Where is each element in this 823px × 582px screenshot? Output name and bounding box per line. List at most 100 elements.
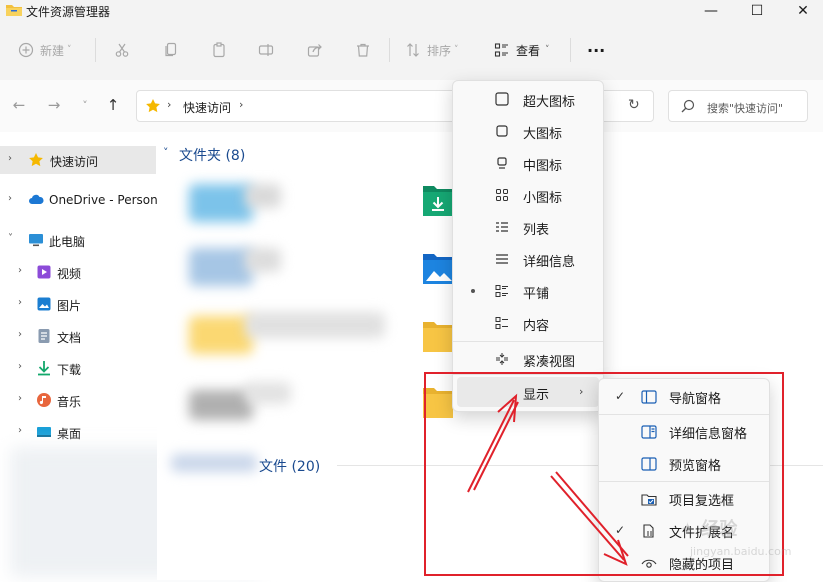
- scissors-icon: [115, 43, 129, 57]
- sidebar-item-music[interactable]: › 音乐: [0, 386, 156, 414]
- menu-item-tiles[interactable]: 平铺: [457, 276, 599, 306]
- rename-icon: [258, 44, 274, 56]
- sidebar-item-this-pc[interactable]: ˅ 此电脑: [0, 226, 156, 254]
- chevron-right-icon[interactable]: ›: [18, 425, 22, 436]
- plus-circle-icon: [18, 42, 34, 58]
- blurred-folder[interactable]: [189, 390, 253, 420]
- blurred-folder[interactable]: [189, 316, 253, 354]
- sidebar-item-desktop[interactable]: › 桌面: [0, 418, 156, 446]
- clipboard-icon: [213, 42, 225, 58]
- back-button[interactable]: ←: [10, 96, 28, 114]
- sidebar-item-documents[interactable]: › 文档: [0, 322, 156, 350]
- sidebar-item-label: 桌面: [57, 427, 82, 441]
- chevron-right-icon[interactable]: ›: [18, 265, 22, 276]
- menu-item-details[interactable]: 详细信息: [457, 244, 599, 274]
- tiles-icon: [495, 285, 508, 297]
- breadcrumb-separator[interactable]: ›: [239, 98, 243, 111]
- sidebar-item-label: 音乐: [57, 395, 82, 409]
- menu-item-label: 内容: [523, 319, 550, 334]
- details-icon: [496, 254, 508, 264]
- view-button[interactable]: 查看 ˅: [494, 36, 550, 64]
- files-group-header[interactable]: 文件 (20): [259, 456, 320, 476]
- trash-icon: [357, 43, 369, 57]
- menu-item-label: 超大图标: [523, 95, 576, 110]
- medium-icons-icon: [497, 157, 507, 169]
- chevron-right-icon[interactable]: ›: [18, 361, 22, 372]
- recent-locations-button[interactable]: ˅: [76, 96, 94, 114]
- selected-dot-icon: [471, 289, 475, 293]
- search-input[interactable]: 搜索"快速访问": [668, 90, 808, 122]
- folders-group-header[interactable]: 文件夹 (8): [179, 145, 245, 165]
- sidebar-item-label: 视频: [57, 267, 82, 281]
- list-icon: [496, 222, 508, 232]
- folder-icon[interactable]: [423, 320, 453, 352]
- watermark-url: jingyan.baidu.com: [690, 545, 792, 558]
- watermark-logo: ✦ 经验: [680, 519, 738, 540]
- menu-item-label: 列表: [523, 223, 550, 238]
- sidebar-item-videos[interactable]: › 视频: [0, 258, 156, 286]
- navigation-pane: › 快速访问 › OneDrive - Person ˅ 此电脑 › 视频 › …: [0, 132, 260, 580]
- maximize-button[interactable]: ☐: [734, 0, 780, 22]
- chevron-down-icon: ˅: [454, 45, 459, 55]
- menu-item-large-icons[interactable]: 大图标: [457, 116, 599, 146]
- large-icons-icon: [496, 125, 508, 137]
- command-bar: 新建 ˅ 排序 ˅ 查看 ˅ ···: [0, 22, 823, 81]
- sort-button[interactable]: 排序 ˅: [405, 36, 459, 64]
- breadcrumb-quick-access[interactable]: 快速访问: [183, 99, 231, 116]
- window-title: 文件资源管理器: [26, 5, 111, 19]
- share-button[interactable]: [307, 36, 323, 64]
- cut-button[interactable]: [114, 36, 130, 64]
- view-menu: 超大图标 大图标 中图标 小图标 列表 详细信息 平铺 内容 紧凑视图 显示 ›: [452, 80, 604, 412]
- music-icon: [37, 393, 51, 407]
- blurred-region: [171, 454, 257, 472]
- chevron-right-icon[interactable]: ›: [18, 297, 22, 308]
- sidebar-item-onedrive[interactable]: › OneDrive - Person: [0, 186, 158, 214]
- sidebar-item-label: 下载: [57, 363, 82, 377]
- close-button[interactable]: ✕: [780, 0, 823, 22]
- chevron-down-icon[interactable]: ˅: [163, 146, 169, 159]
- breadcrumb-separator[interactable]: ›: [167, 98, 171, 111]
- chevron-down-icon[interactable]: ˅: [8, 233, 13, 244]
- chevron-right-icon[interactable]: ›: [18, 393, 22, 404]
- menu-item-content[interactable]: 内容: [457, 308, 599, 338]
- computer-icon: [29, 234, 43, 247]
- rename-button[interactable]: [258, 36, 274, 64]
- desktop-icon: [37, 427, 51, 437]
- pictures-folder-icon[interactable]: [423, 252, 453, 284]
- delete-button[interactable]: [355, 36, 371, 64]
- downloads-folder-icon[interactable]: [423, 184, 453, 216]
- refresh-button[interactable]: ↻: [628, 97, 640, 113]
- up-button[interactable]: ↑: [104, 96, 122, 114]
- menu-item-small-icons[interactable]: 小图标: [457, 180, 599, 210]
- menu-item-label: 中图标: [523, 159, 563, 174]
- blurred-folder[interactable]: [189, 184, 253, 222]
- chevron-right-icon[interactable]: ›: [18, 329, 22, 340]
- blurred-label: [245, 248, 281, 272]
- toolbar-divider: [95, 38, 96, 62]
- menu-item-extra-large-icons[interactable]: 超大图标: [457, 84, 599, 114]
- menu-item-compact-view[interactable]: 紧凑视图: [457, 344, 599, 374]
- sidebar-item-label: 图片: [57, 299, 82, 313]
- sidebar-item-downloads[interactable]: › 下载: [0, 354, 156, 382]
- menu-item-list[interactable]: 列表: [457, 212, 599, 242]
- sidebar-item-quick-access[interactable]: › 快速访问: [0, 146, 156, 174]
- sidebar-item-pictures[interactable]: › 图片: [0, 290, 156, 318]
- sort-icon: [407, 43, 419, 57]
- menu-item-medium-icons[interactable]: 中图标: [457, 148, 599, 178]
- new-label: 新建: [40, 43, 65, 58]
- sidebar-item-label: OneDrive - Person: [49, 193, 158, 207]
- minimize-button[interactable]: —: [688, 0, 734, 22]
- chevron-right-icon[interactable]: ›: [8, 153, 12, 164]
- paste-button[interactable]: [211, 36, 227, 64]
- new-button[interactable]: 新建 ˅: [18, 36, 72, 64]
- blurred-label: [245, 184, 281, 208]
- forward-button[interactable]: →: [45, 96, 63, 114]
- title-bar: 文件资源管理器 — ☐ ✕: [0, 0, 823, 22]
- blurred-folder[interactable]: [189, 248, 253, 286]
- copy-button[interactable]: [163, 36, 179, 64]
- search-placeholder: 搜索"快速访问": [707, 102, 784, 115]
- chevron-right-icon[interactable]: ›: [8, 193, 12, 204]
- video-icon: [37, 265, 51, 279]
- document-icon: [38, 329, 50, 343]
- more-options-button[interactable]: ···: [587, 36, 605, 64]
